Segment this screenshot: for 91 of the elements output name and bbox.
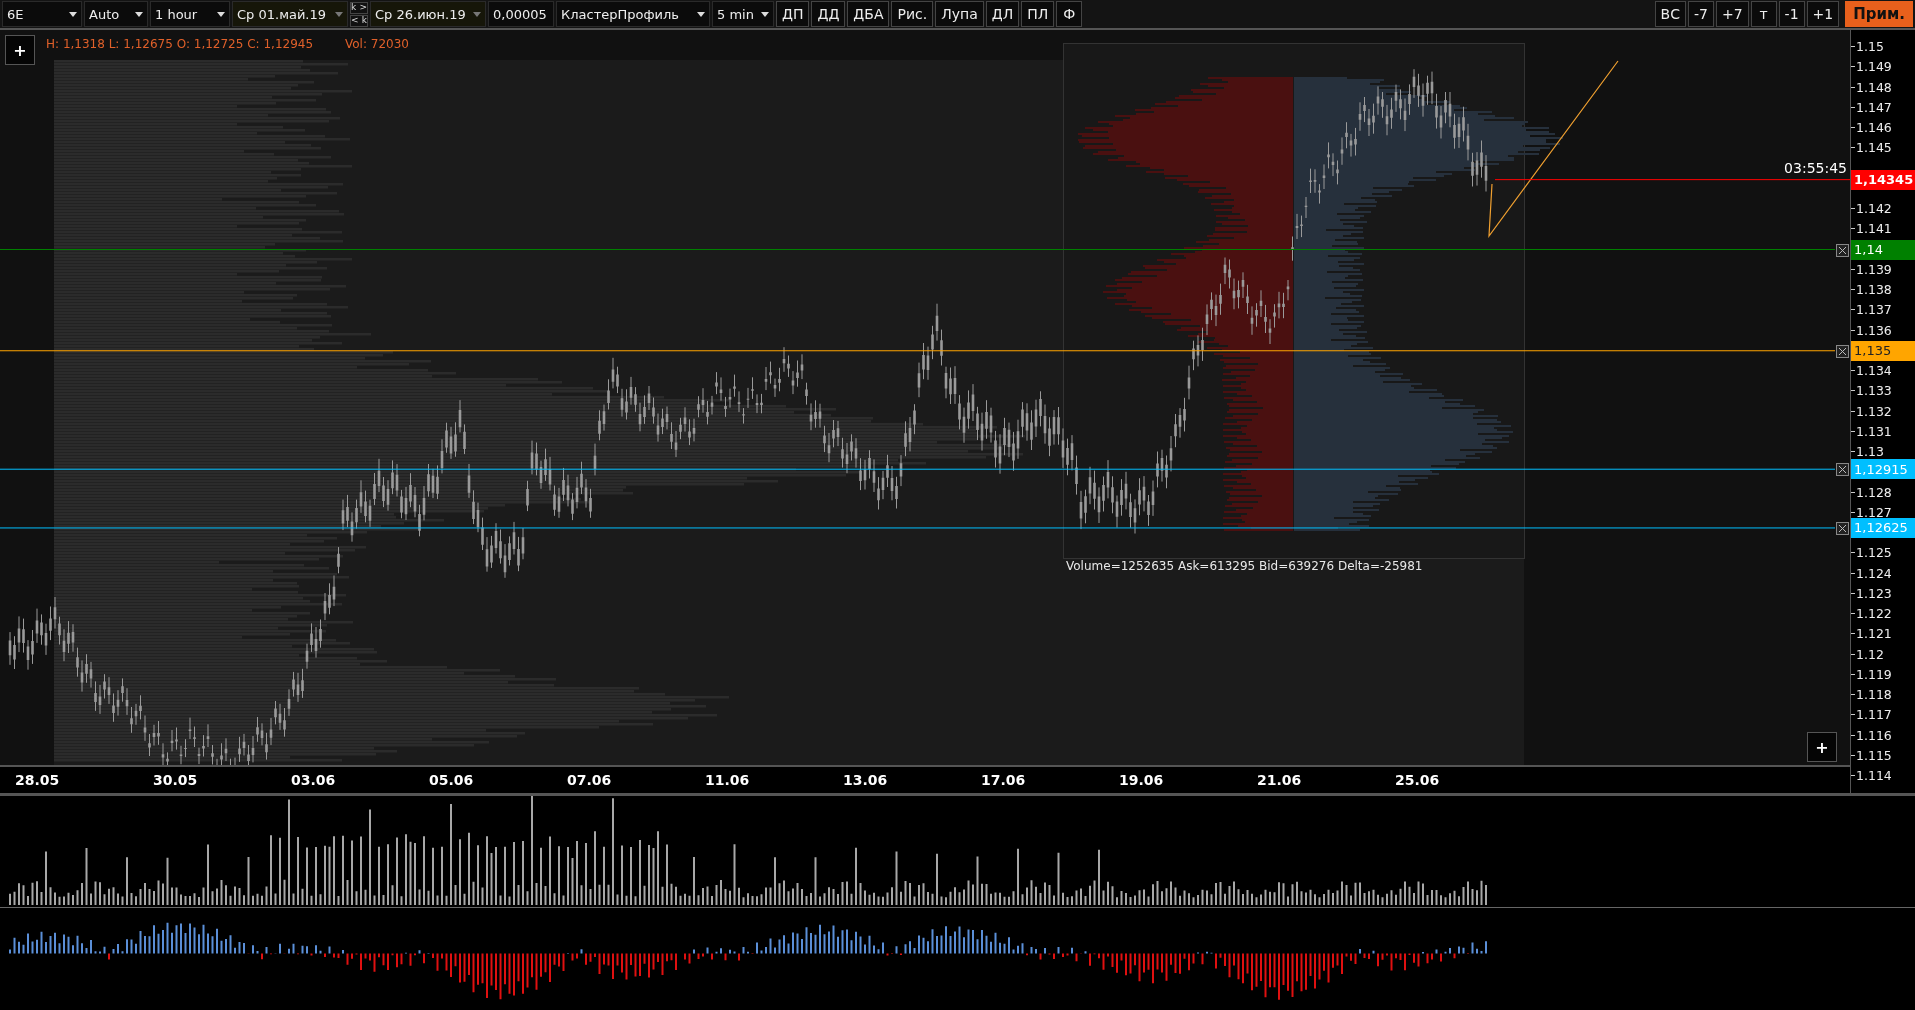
- time-label: 05.06: [429, 772, 475, 788]
- time-label: 19.06: [1119, 772, 1165, 788]
- time-label: 03.06: [291, 772, 337, 788]
- add-button[interactable]: +: [1807, 732, 1837, 762]
- profile-type-dropdown[interactable]: КластерПрофиль: [556, 1, 710, 27]
- caret-icon: [335, 11, 343, 17]
- price-label: 1.139: [1851, 261, 1892, 277]
- price-label: 1.149: [1851, 59, 1892, 75]
- step-button[interactable]: k >: [350, 1, 368, 14]
- time-label: 07.06: [567, 772, 613, 788]
- price-marker: 1,135: [1851, 340, 1915, 361]
- price-marker: 1,12625: [1851, 517, 1915, 538]
- shift-button[interactable]: +7: [1715, 1, 1749, 27]
- tool-button[interactable]: ПЛ: [1021, 1, 1055, 27]
- tool-button[interactable]: ДБА: [847, 1, 890, 27]
- tool-button[interactable]: Рис.: [891, 1, 934, 27]
- price-label: 1.142: [1851, 201, 1892, 216]
- shift-button[interactable]: ВС: [1654, 1, 1686, 27]
- level-line[interactable]: [0, 350, 1836, 352]
- price-label: 1.122: [1851, 606, 1892, 621]
- caret-icon: [217, 11, 225, 17]
- time-label: 17.06: [981, 772, 1027, 788]
- price-marker: 1,12915: [1851, 459, 1915, 480]
- ohlc-text: H: 1,1318 L: 1,12675 O: 1,12725 C: 1,12945: [46, 37, 314, 51]
- time-label: 28.05: [15, 772, 61, 788]
- caret-icon: [69, 11, 77, 17]
- price-label: 1.118: [1851, 687, 1892, 702]
- tool-button[interactable]: ДП: [776, 1, 810, 27]
- add-button[interactable]: +: [5, 35, 35, 65]
- price-label: 1.13: [1851, 444, 1884, 459]
- time-label: 25.06: [1395, 772, 1441, 788]
- price-label: 1.132: [1851, 403, 1892, 419]
- price-label: 1.131: [1851, 423, 1892, 439]
- price-label: 1.145: [1851, 140, 1892, 156]
- date-to-dropdown[interactable]: Ср 26.июн.19: [370, 1, 486, 27]
- price-label: 1.148: [1851, 79, 1892, 95]
- volume-text: Vol: 72030: [345, 37, 409, 51]
- price-marker: 1,14345: [1851, 169, 1915, 190]
- timer-text: 03:55:45: [1784, 159, 1847, 176]
- date-from-dropdown[interactable]: Ср 01.май.19: [232, 1, 348, 27]
- close-icon[interactable]: [1836, 344, 1849, 358]
- price-label: 1.124: [1851, 565, 1892, 581]
- apply-button[interactable]: Прим.: [1845, 1, 1913, 27]
- shift-button[interactable]: -7: [1687, 1, 1714, 27]
- close-icon[interactable]: [1836, 521, 1849, 535]
- scale-dropdown[interactable]: Auto: [84, 1, 148, 27]
- price-label: 1.146: [1851, 120, 1892, 135]
- time-label: 13.06: [843, 772, 889, 788]
- price-label: 1.125: [1851, 545, 1892, 561]
- price-label: 1.115: [1851, 747, 1892, 763]
- profile-period-dropdown[interactable]: 5 min: [712, 1, 774, 27]
- caret-icon: [697, 11, 705, 17]
- price-label: 1.114: [1851, 768, 1892, 783]
- price-label: 1.137: [1851, 302, 1892, 318]
- price-label: 1.136: [1851, 322, 1892, 338]
- price-label: 1.127: [1851, 504, 1892, 520]
- time-label: 21.06: [1257, 772, 1303, 788]
- shift-button[interactable]: +1: [1806, 1, 1840, 27]
- time-label: 30.05: [153, 772, 199, 788]
- price-label: 1.117: [1851, 707, 1892, 723]
- price-label: 1.147: [1851, 99, 1892, 115]
- caret-icon: [473, 11, 481, 17]
- tick-size-field[interactable]: 0,00005: [488, 1, 554, 27]
- tool-button[interactable]: ДД: [811, 1, 846, 27]
- tool-button[interactable]: ДЛ: [985, 1, 1020, 27]
- price-label: 1.123: [1851, 585, 1892, 601]
- step-button[interactable]: < k: [350, 14, 368, 27]
- price-label: 1.116: [1851, 727, 1892, 743]
- price-label: 1.15: [1851, 39, 1884, 54]
- price-marker: 1,14: [1851, 239, 1915, 260]
- price-label: 1.134: [1851, 363, 1892, 378]
- caret-icon: [135, 11, 143, 17]
- profile-stats-text: Volume=1252635 Ask=613295 Bid=639276 Delta=-25981: [1066, 559, 1423, 573]
- shift-button[interactable]: т: [1750, 1, 1777, 27]
- price-label: 1.121: [1851, 626, 1892, 642]
- price-label: 1.128: [1851, 484, 1892, 500]
- timeframe-dropdown[interactable]: 1 hour: [150, 1, 230, 27]
- time-label: 11.06: [705, 772, 751, 788]
- shift-button[interactable]: -1: [1778, 1, 1805, 27]
- price-label: 1.119: [1851, 666, 1892, 682]
- price-label: 1.133: [1851, 383, 1892, 399]
- tool-button[interactable]: Ф: [1056, 1, 1083, 27]
- close-icon[interactable]: [1836, 463, 1849, 477]
- tool-button[interactable]: Лупа: [935, 1, 984, 27]
- level-line[interactable]: [0, 468, 1836, 470]
- close-icon[interactable]: [1836, 243, 1849, 257]
- price-label: 1.12: [1851, 646, 1884, 662]
- instrument-dropdown[interactable]: 6E: [2, 1, 82, 27]
- price-label: 1.141: [1851, 221, 1892, 237]
- caret-icon: [761, 11, 769, 17]
- price-label: 1.138: [1851, 282, 1892, 297]
